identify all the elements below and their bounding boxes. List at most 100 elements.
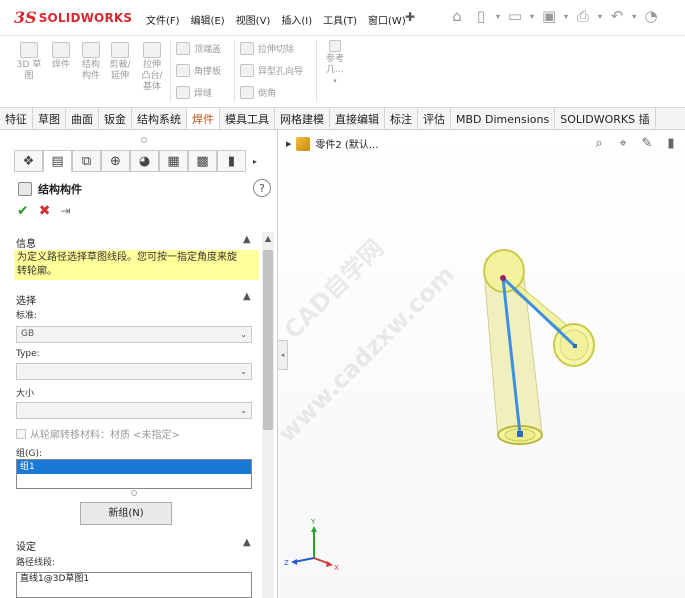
panel-collapse-handle[interactable] bbox=[141, 137, 147, 143]
3d-sketch-button[interactable]: 3D 草 图 bbox=[16, 42, 42, 82]
path-segments-listbox[interactable]: 直线1@3D草图1 bbox=[16, 572, 252, 598]
settings-section-title: 设定 bbox=[16, 542, 36, 553]
tab-markup[interactable]: 标注 bbox=[385, 108, 418, 129]
transfer-material-checkbox[interactable]: 从轮廓转移材料：材质 <未指定> bbox=[16, 426, 180, 441]
new-group-button[interactable]: 新组(N) bbox=[80, 502, 172, 525]
print-icon[interactable]: ⎙ bbox=[574, 6, 592, 26]
new-dropdown-icon[interactable]: ▾ bbox=[496, 12, 500, 21]
feature-manager-tab-icon[interactable]: ❖ bbox=[14, 150, 43, 172]
dimxpert-manager-tab-icon[interactable]: ⊕ bbox=[101, 150, 130, 172]
tab-surfaces[interactable]: 曲面 bbox=[66, 108, 99, 129]
rebuild-icon[interactable]: ◔ bbox=[642, 6, 660, 26]
chevron-down-icon: ⌄ bbox=[240, 406, 247, 415]
chamfer-button[interactable]: 倒角 bbox=[240, 86, 276, 99]
menu-edit[interactable]: 编辑(E) bbox=[191, 12, 225, 27]
info-text-line1: 为定义路径选择草图线段。您可按一指定角度来旋 bbox=[17, 252, 237, 263]
scroll-up-arrow-icon[interactable]: ▲ bbox=[262, 232, 274, 246]
group-item-selected[interactable]: 组1 bbox=[17, 460, 251, 474]
brand-name: SOLIDWORKS bbox=[38, 10, 133, 25]
size-select[interactable]: ⌄ bbox=[16, 402, 252, 419]
3d-sketch-icon bbox=[20, 42, 38, 58]
menu-window[interactable]: 窗口(W) bbox=[368, 12, 406, 27]
weldment-label: 焊件 bbox=[51, 60, 70, 70]
end-cap-button[interactable]: 顶端盖 bbox=[176, 42, 221, 55]
menu-view[interactable]: 视图(V) bbox=[236, 12, 271, 27]
reference-triad[interactable]: Y X Z bbox=[284, 518, 339, 572]
graphics-area[interactable]: ◂ ▶ 零件2 (默认... ⌕ ⌖ ✎ ▮ CAD自学网 www.cadzxw… bbox=[278, 130, 685, 598]
group-listbox[interactable]: 组1 bbox=[16, 459, 252, 489]
standard-select[interactable]: GB ⌄ bbox=[16, 326, 252, 343]
tab-mbd-dimensions[interactable]: MBD Dimensions bbox=[451, 108, 556, 129]
type-select[interactable]: ⌄ bbox=[16, 363, 252, 380]
property-manager-tab-icon[interactable]: ▤ bbox=[43, 150, 72, 172]
save-dropdown-icon[interactable]: ▾ bbox=[564, 12, 568, 21]
pin-menu-icon[interactable]: ✚ bbox=[405, 10, 415, 24]
weldment-button[interactable]: 焊件 bbox=[48, 42, 74, 71]
end-cap-icon bbox=[176, 42, 190, 55]
configuration-manager-tab-icon[interactable]: ⧉ bbox=[72, 150, 101, 172]
save-icon[interactable]: ▣ bbox=[540, 6, 558, 26]
cam-manager-tab-icon[interactable]: ▦ bbox=[159, 150, 188, 172]
panel-scrollbar[interactable]: ▲ bbox=[262, 232, 274, 598]
appearance-tab-icon[interactable]: ▩ bbox=[188, 150, 217, 172]
more-tab-icon[interactable]: ▮ bbox=[217, 150, 246, 172]
tab-evaluate[interactable]: 评估 bbox=[418, 108, 451, 129]
sketch-point-top[interactable] bbox=[500, 275, 506, 281]
undo-icon[interactable]: ↶ bbox=[608, 6, 626, 26]
info-message: 为定义路径选择草图线段。您可按一指定角度来旋 转轮廓。 bbox=[14, 250, 259, 280]
gusset-button[interactable]: 角撑板 bbox=[176, 64, 221, 77]
help-icon[interactable]: ? bbox=[253, 179, 271, 197]
structural-member-button[interactable]: 结构 构件 bbox=[78, 42, 104, 82]
cancel-x-icon[interactable]: ✖ bbox=[39, 203, 51, 219]
list-resize-handle[interactable] bbox=[131, 490, 137, 496]
model-view[interactable]: Y X Z bbox=[278, 130, 685, 598]
print-dropdown-icon[interactable]: ▾ bbox=[598, 12, 602, 21]
extruded-cut-icon bbox=[240, 42, 254, 55]
extruded-cut-button[interactable]: 拉伸切除 bbox=[240, 42, 294, 55]
reference-geometry-button[interactable]: 参考 几... ▾ bbox=[322, 40, 348, 87]
info-collapse-icon[interactable]: ▲ bbox=[243, 234, 251, 245]
display-manager-tab-icon[interactable]: ◕ bbox=[130, 150, 159, 172]
tab-scroll-arrows[interactable]: ▸ bbox=[246, 150, 264, 172]
menu-file[interactable]: 文件(F) bbox=[146, 12, 180, 27]
open-folder-icon[interactable]: ▭ bbox=[506, 6, 524, 26]
tab-sheet-metal[interactable]: 钣金 bbox=[99, 108, 132, 129]
tab-sketch[interactable]: 草图 bbox=[33, 108, 66, 129]
reference-dropdown-icon[interactable]: ▾ bbox=[322, 76, 348, 87]
property-manager-panel: ❖ ▤ ⧉ ⊕ ◕ ▦ ▩ ▮ ▸ 结构构件 ? ✔ ✖ ⇥ ▲ 信息 ▲ 为定… bbox=[0, 130, 278, 598]
hole-wizard-button[interactable]: 异型孔向导 bbox=[240, 64, 303, 77]
reference-geometry-label: 参考 几... bbox=[325, 54, 344, 75]
settings-collapse-icon[interactable]: ▲ bbox=[243, 537, 251, 548]
tab-solidworks-addins[interactable]: SOLIDWORKS 插 bbox=[555, 108, 656, 129]
undo-dropdown-icon[interactable]: ▾ bbox=[632, 12, 636, 21]
trim-extend-button[interactable]: 剪裁/ 延伸 bbox=[106, 42, 134, 82]
menu-tools[interactable]: 工具(T) bbox=[323, 12, 357, 27]
tab-direct-editing[interactable]: 直接编辑 bbox=[330, 108, 385, 129]
sketch-endpoint-right[interactable] bbox=[573, 344, 577, 348]
new-document-icon[interactable]: ▯ bbox=[472, 6, 490, 26]
weld-bead-button[interactable]: 焊缝 bbox=[176, 86, 212, 99]
selection-collapse-icon[interactable]: ▲ bbox=[243, 291, 251, 302]
sketch-endpoint-bottom[interactable] bbox=[517, 431, 523, 437]
tab-mesh-modeling[interactable]: 网格建模 bbox=[275, 108, 330, 129]
tab-features[interactable]: 特征 bbox=[0, 108, 33, 129]
reference-geometry-icon bbox=[329, 40, 341, 52]
path-segment-item[interactable]: 直线1@3D草图1 bbox=[20, 574, 89, 584]
triad-x-arrow bbox=[326, 561, 333, 567]
structural-tube-model[interactable] bbox=[483, 249, 595, 445]
open-dropdown-icon[interactable]: ▾ bbox=[530, 12, 534, 21]
keep-visible-pin-icon[interactable]: ⇥ bbox=[60, 204, 70, 218]
extruded-boss-button[interactable]: 拉伸 凸台/ 基体 bbox=[138, 42, 166, 93]
hole-wizard-label: 异型孔向导 bbox=[258, 67, 304, 77]
ok-check-icon[interactable]: ✔ bbox=[17, 203, 29, 219]
menu-insert[interactable]: 插入(I) bbox=[281, 12, 312, 27]
tab-mold-tools[interactable]: 模具工具 bbox=[220, 108, 275, 129]
tab-structure-system[interactable]: 结构系统 bbox=[132, 108, 187, 129]
tab-weldments[interactable]: 焊件 bbox=[187, 108, 220, 129]
weld-bead-icon bbox=[176, 86, 190, 99]
scroll-thumb[interactable] bbox=[263, 250, 273, 430]
extruded-boss-label: 拉伸 凸台/ 基体 bbox=[141, 60, 163, 92]
type-label: Type: bbox=[16, 349, 40, 359]
home-icon[interactable]: ⌂ bbox=[448, 6, 466, 26]
solidworks-logo[interactable]: 3S SOLIDWORKS bbox=[14, 8, 132, 27]
